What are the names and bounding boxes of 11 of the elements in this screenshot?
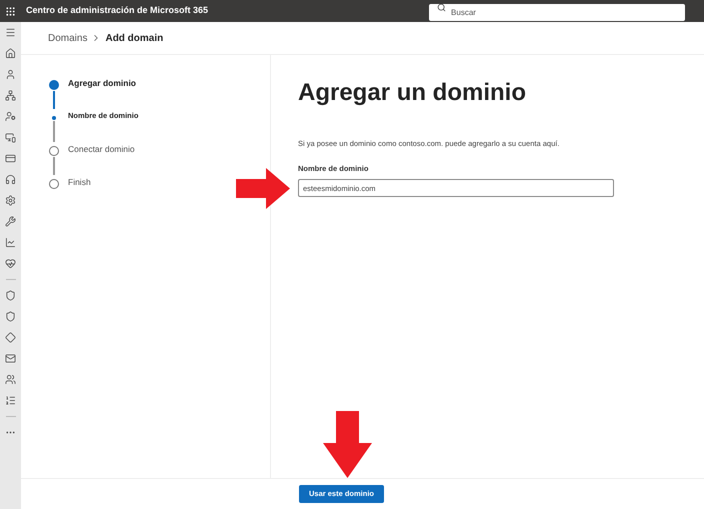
step-label: Conectar dominio: [68, 143, 135, 156]
page-title: Agregar un dominio: [298, 78, 527, 108]
app-title: Centro de administración de Microsoft 365: [26, 4, 208, 18]
search-icon: [437, 3, 446, 12]
right-arrow-icon: [236, 168, 290, 209]
step-label: Finish: [68, 176, 91, 189]
step-label: Agregar dominio: [68, 77, 136, 90]
search-field[interactable]: Buscar: [429, 4, 686, 21]
breadcrumb-item[interactable]: Domains: [48, 30, 88, 46]
down-arrow-icon: [323, 411, 372, 478]
breadcrumb-item[interactable]: Add domain: [105, 30, 164, 46]
